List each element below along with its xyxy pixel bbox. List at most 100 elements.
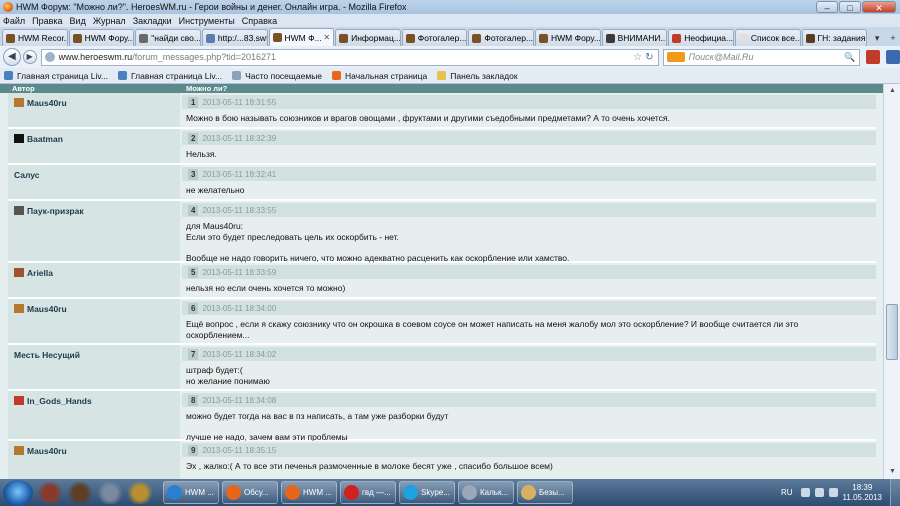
tab-label: HWM Recor... bbox=[18, 33, 68, 43]
post-number[interactable]: 3 bbox=[188, 168, 199, 180]
clock[interactable]: 18:39 11.05.2013 bbox=[843, 483, 882, 503]
reload-icon[interactable]: ↻ bbox=[645, 52, 657, 63]
pinned-app-1-icon[interactable] bbox=[37, 481, 63, 504]
author-name-link[interactable]: Baatman bbox=[27, 134, 63, 144]
post-number[interactable]: 5 bbox=[188, 266, 199, 278]
addon-icon[interactable] bbox=[866, 50, 881, 64]
tab-7[interactable]: Фотогалер... bbox=[401, 29, 468, 46]
taskbar-window-button[interactable]: HWM ... bbox=[281, 481, 337, 504]
taskbar-window-button[interactable]: Безы... bbox=[517, 481, 573, 504]
scroll-thumb[interactable] bbox=[886, 304, 898, 360]
post-number[interactable]: 2 bbox=[188, 132, 199, 144]
menu-bookmarks[interactable]: Закладки bbox=[133, 16, 172, 26]
bookmark-item[interactable]: Главная страница Liv... bbox=[118, 71, 222, 81]
forum-post: Baatman 2 2013-05-11 18:32:39 Нельзя. bbox=[8, 129, 876, 165]
search-go-icon[interactable]: 🔍 bbox=[844, 52, 859, 63]
tab-favicon-icon bbox=[139, 33, 149, 43]
tab-5[interactable]: HWM Ф... ✕ bbox=[268, 28, 335, 46]
taskbar-app-icon bbox=[403, 485, 418, 500]
author-name-link[interactable]: Месть Несущий bbox=[14, 350, 80, 360]
scroll-up-arrow[interactable]: ▲ bbox=[884, 84, 900, 98]
taskbar-app-icon bbox=[462, 485, 477, 500]
tab-10[interactable]: ВНИМАНИ... bbox=[601, 29, 668, 46]
post-number[interactable]: 9 bbox=[188, 444, 199, 456]
tab-1[interactable]: HWM Recor... bbox=[2, 29, 68, 46]
show-desktop-button[interactable] bbox=[890, 479, 900, 506]
menu-history[interactable]: Журнал bbox=[93, 16, 126, 26]
post-number[interactable]: 7 bbox=[188, 348, 199, 360]
tab-13[interactable]: ГН: задания... bbox=[801, 29, 868, 46]
bookmark-item[interactable]: Панель закладок bbox=[437, 71, 518, 81]
mailru-search-icon[interactable] bbox=[666, 52, 685, 62]
tab-12[interactable]: Список все... bbox=[734, 29, 801, 46]
maximize-button[interactable]: □ bbox=[839, 1, 861, 13]
back-button[interactable]: ◀ bbox=[3, 48, 21, 66]
post-number[interactable]: 8 bbox=[188, 394, 199, 406]
menu-tools[interactable]: Инструменты bbox=[179, 16, 235, 26]
home-icon[interactable] bbox=[886, 50, 900, 64]
close-button[interactable]: ✕ bbox=[862, 1, 896, 13]
menu-view[interactable]: Вид bbox=[70, 16, 86, 26]
author-name-link[interactable]: Maus40ru bbox=[27, 304, 67, 314]
taskbar-window-button[interactable]: Обсу... bbox=[222, 481, 278, 504]
forward-button[interactable]: ▶ bbox=[22, 50, 37, 64]
author-name-link[interactable]: Maus40ru bbox=[27, 446, 67, 456]
tab-3[interactable]: "найди сво... bbox=[135, 29, 201, 46]
tab-close-icon[interactable]: ✕ bbox=[323, 33, 330, 42]
author-name-link[interactable]: Ariella bbox=[27, 268, 53, 278]
bookmark-item[interactable]: Часто посещаемые bbox=[232, 71, 322, 81]
pinned-app-2-icon[interactable] bbox=[67, 481, 93, 504]
tab-6[interactable]: Информац... bbox=[335, 29, 401, 46]
taskbar-window-button[interactable]: Skype... bbox=[399, 481, 455, 504]
volume-icon[interactable] bbox=[828, 488, 838, 497]
scroll-down-arrow[interactable]: ▼ bbox=[884, 465, 900, 479]
vertical-scrollbar[interactable]: ▲ ▼ bbox=[883, 84, 900, 479]
clan-badge-icon[interactable] bbox=[14, 446, 24, 455]
menu-edit[interactable]: Правка bbox=[32, 16, 62, 26]
tab-2[interactable]: HWM Фору... bbox=[68, 29, 135, 46]
search-input[interactable]: Поиск@Mail.Ru 🔍 bbox=[662, 48, 861, 66]
bookmark-item[interactable]: Начальная страница bbox=[332, 71, 427, 81]
post-number[interactable]: 6 bbox=[188, 302, 199, 314]
tray-arrow-icon[interactable] bbox=[800, 488, 810, 497]
new-tab-button[interactable]: + bbox=[886, 30, 900, 46]
pinned-app-4-icon[interactable] bbox=[127, 481, 153, 504]
post-number[interactable]: 4 bbox=[188, 204, 199, 216]
tab-favicon-icon bbox=[272, 33, 282, 42]
clan-badge-icon[interactable] bbox=[14, 206, 24, 215]
tab-label: Список все... bbox=[750, 33, 801, 43]
clan-badge-icon[interactable] bbox=[14, 268, 24, 277]
start-button[interactable] bbox=[3, 479, 33, 506]
menu-file[interactable]: Файл bbox=[3, 16, 25, 26]
author-name-link[interactable]: Салус bbox=[14, 170, 40, 180]
language-indicator[interactable]: RU bbox=[781, 488, 793, 497]
tab-9[interactable]: HWM Фору... bbox=[535, 29, 601, 46]
minimize-button[interactable]: – bbox=[816, 1, 838, 13]
author-name-link[interactable]: In_Gods_Hands bbox=[27, 396, 92, 406]
taskbar-window-button[interactable]: Кальк... bbox=[458, 481, 514, 504]
clan-badge-icon[interactable] bbox=[14, 304, 24, 313]
clan-badge-icon[interactable] bbox=[14, 134, 24, 143]
site-identity-icon[interactable] bbox=[44, 52, 55, 62]
taskbar-window-button[interactable]: HWM ... bbox=[163, 481, 219, 504]
tab-11[interactable]: Неофициа... bbox=[668, 29, 734, 46]
tab-4[interactable]: http:/...83.swf bbox=[201, 29, 268, 46]
clan-badge-icon[interactable] bbox=[14, 396, 24, 405]
pinned-app-3-icon[interactable] bbox=[97, 481, 123, 504]
menu-help[interactable]: Справка bbox=[242, 16, 277, 26]
clan-badge-icon[interactable] bbox=[14, 98, 24, 107]
taskbar-window-button[interactable]: гвд —... bbox=[340, 481, 396, 504]
tab-list-button[interactable]: ▾ bbox=[870, 30, 884, 46]
author-name-link[interactable]: Паук-призрак bbox=[27, 206, 84, 216]
url-path: /forum_messages.php?tid=2016271 bbox=[132, 52, 277, 62]
tab-label: Информац... bbox=[351, 33, 401, 43]
taskbar-app-icon bbox=[344, 485, 359, 500]
url-bar[interactable]: www.heroeswm.ru /forum_messages.php?tid=… bbox=[40, 48, 659, 66]
author-name-link[interactable]: Maus40ru bbox=[27, 98, 67, 108]
bookmark-star-icon[interactable]: ☆ bbox=[633, 52, 645, 63]
tab-8[interactable]: Фотогалер... bbox=[468, 29, 534, 46]
post-number[interactable]: 1 bbox=[188, 96, 199, 108]
taskbar-window-label: Безы... bbox=[539, 488, 565, 497]
bookmark-item[interactable]: Главная страница Liv... bbox=[4, 71, 108, 81]
network-icon[interactable] bbox=[814, 488, 824, 497]
